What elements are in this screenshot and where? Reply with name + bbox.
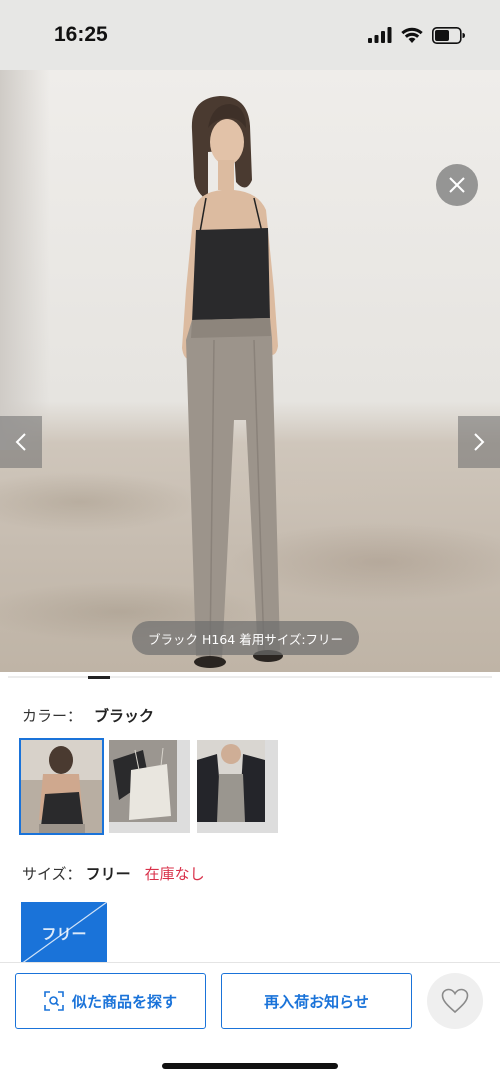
home-indicator xyxy=(162,1063,338,1069)
battery-icon xyxy=(432,26,465,44)
product-image[interactable] xyxy=(0,70,500,672)
restock-notify-button[interactable]: 再入荷お知らせ xyxy=(221,973,412,1029)
swatch-white[interactable] xyxy=(109,740,190,833)
color-swatches xyxy=(19,738,278,835)
chevron-left-icon xyxy=(15,433,26,451)
bottom-action-bar: 似た商品を探す 再入荷お知らせ xyxy=(0,962,500,1080)
favorite-button[interactable] xyxy=(427,973,483,1029)
wifi-icon xyxy=(401,27,423,43)
find-similar-button[interactable]: 似た商品を探す xyxy=(15,973,206,1029)
color-row: カラー： ブラック xyxy=(22,705,154,726)
carousel-progress xyxy=(8,676,492,679)
carousel-progress-fill xyxy=(88,676,110,679)
find-similar-label: 似た商品を探す xyxy=(71,992,177,1011)
color-value: ブラック xyxy=(94,707,155,725)
status-bar: 16:25 xyxy=(0,0,500,70)
image-caption: ブラック H164 着用サイズ:フリー xyxy=(132,621,360,655)
prev-image-button[interactable] xyxy=(0,416,42,468)
next-image-button[interactable] xyxy=(458,416,500,468)
size-label: サイズ： xyxy=(22,865,82,883)
close-button[interactable] xyxy=(436,164,478,206)
chevron-right-icon xyxy=(474,433,485,451)
size-value: フリー xyxy=(85,865,131,883)
wall-shadow xyxy=(0,70,50,450)
status-time: 16:25 xyxy=(54,23,108,46)
color-label: カラー： xyxy=(22,707,83,725)
model-figure xyxy=(182,96,283,668)
stock-status: 在庫なし xyxy=(144,865,205,883)
swatch-black[interactable] xyxy=(19,738,104,835)
size-row: サイズ： フリー 在庫なし xyxy=(22,863,205,884)
status-icons xyxy=(368,26,466,44)
size-option-label: フリー xyxy=(41,924,87,943)
close-icon xyxy=(449,177,465,193)
swatch-gray[interactable] xyxy=(197,740,278,833)
signal-icon xyxy=(368,27,392,43)
restock-notify-label: 再入荷お知らせ xyxy=(264,992,369,1011)
image-search-icon xyxy=(44,991,64,1011)
heart-icon xyxy=(441,988,469,1014)
size-option-free[interactable]: フリー xyxy=(21,902,107,964)
